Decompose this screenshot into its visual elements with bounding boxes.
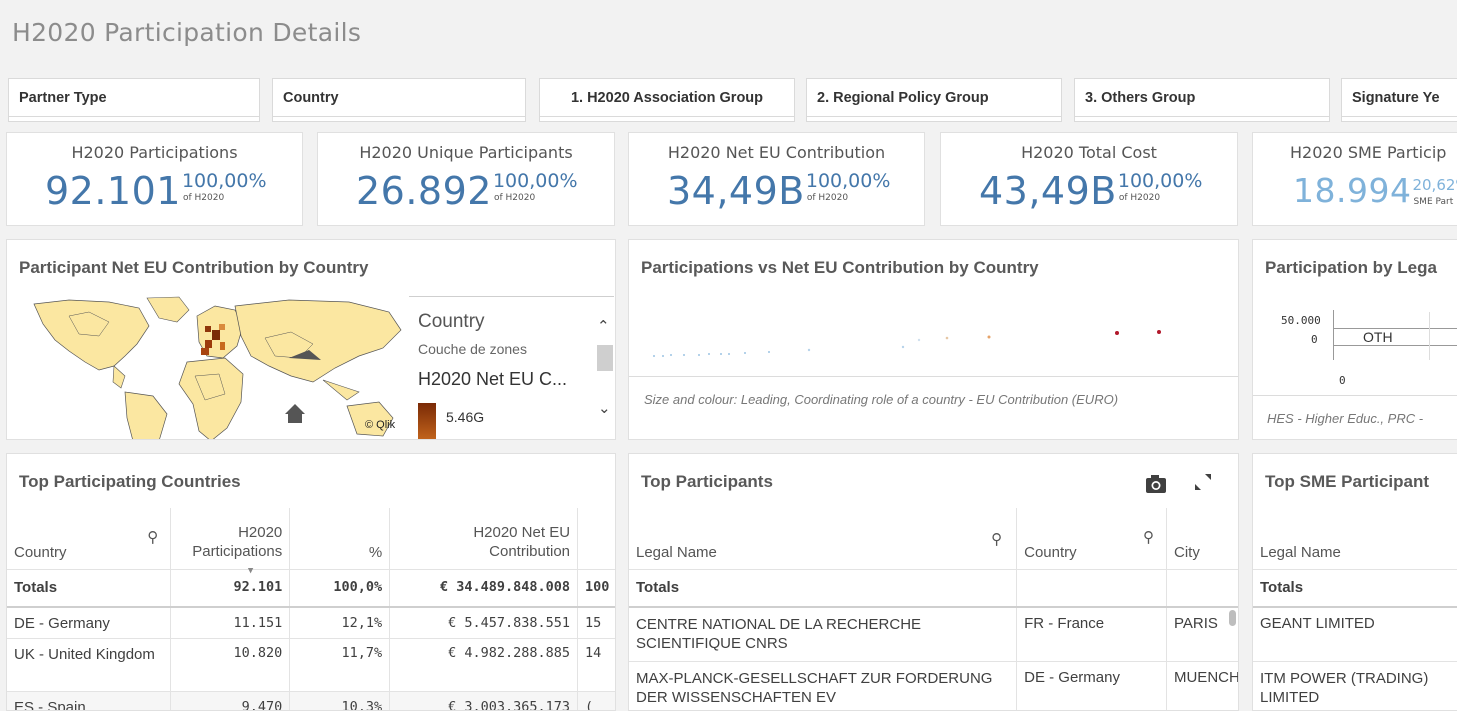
kpi-value: 92.101	[45, 169, 181, 213]
map-country-netherlands[interactable]	[219, 324, 225, 330]
kpi-net-eu-contribution[interactable]: H2020 Net EU Contribution 34,49B 100,00%…	[628, 132, 925, 226]
totals-row: Totals ▼ 92.101 100,0% € 34.489.848.008 1…	[7, 566, 615, 608]
legend-value: 5.46G	[446, 409, 485, 425]
scatter-note: Size and colour: Leading, Coordinating r…	[644, 392, 1119, 407]
kpi-percent: 20,62%	[1412, 176, 1457, 194]
participants-table[interactable]: Legal Name ⚲ Country ⚲ City Totals CENTRE …	[629, 508, 1238, 710]
legal-panel-title: Participation by Lega	[1265, 258, 1437, 277]
participants-table-title: Top Participants	[641, 472, 773, 491]
col-net-eu-contribution[interactable]: H2020 Net EU Contribution	[389, 508, 579, 570]
table-row[interactable]: UK - United Kingdom 10.820 11,7% € 4.982…	[7, 638, 615, 692]
kpi-title: H2020 Net EU Contribution	[667, 143, 886, 162]
kpi-subtitle: of H2020	[182, 193, 225, 203]
participants-table-panel[interactable]: Top Participants Legal Name ⚲ Country ⚲ Ci…	[628, 453, 1239, 711]
scatter-plot[interactable]	[629, 310, 1239, 370]
kpi-value: 26.892	[356, 169, 492, 213]
countries-table-panel[interactable]: Top Participating Countries Country ⚲ H20…	[6, 453, 616, 711]
x-axis-zero: 0	[1339, 374, 1346, 387]
category-label: OTH	[1363, 329, 1393, 345]
table-row[interactable]: DE - Germany 11.151 12,1% € 5.457.838.55…	[7, 607, 615, 639]
kpi-subtitle: of H2020	[806, 193, 849, 203]
world-map[interactable]: © Qlik	[29, 296, 409, 440]
kpi-title: H2020 SME Particip	[1290, 143, 1447, 162]
legal-note: HES - Higher Educ., PRC -	[1267, 411, 1424, 426]
map-credit: © Qlik	[365, 419, 396, 431]
col-legal-name[interactable]: Legal Name	[1253, 508, 1457, 570]
y-axis-top: 50.000	[1281, 314, 1321, 327]
filter-others-group[interactable]: 3. Others Group	[1074, 78, 1330, 122]
filter-regional-policy-group[interactable]: 2. Regional Policy Group	[806, 78, 1062, 122]
col-extra[interactable]	[577, 508, 615, 570]
kpi-subtitle: SME Part	[1413, 197, 1454, 207]
kpi-value: 43,49B	[979, 169, 1117, 213]
scatter-panel[interactable]: Participations vs Net EU Contribution by…	[628, 239, 1239, 440]
filter-country[interactable]: Country	[272, 78, 526, 122]
y-axis-zero: 0	[1311, 333, 1318, 346]
map-country-spain[interactable]	[201, 348, 209, 355]
sme-table-panel[interactable]: Top SME Participant Legal Name Totals GE…	[1252, 453, 1457, 711]
legend-layer: Couche de zones	[418, 341, 527, 357]
col-country[interactable]: Country ⚲	[1016, 508, 1167, 570]
col-country[interactable]: Country ⚲	[7, 508, 172, 570]
legal-panel[interactable]: Participation by Lega 50.000 0 0 OTH HES…	[1252, 239, 1457, 440]
kpi-percent: 100,00%	[805, 170, 891, 192]
scatter-panel-title: Participations vs Net EU Contribution by…	[641, 258, 1039, 277]
table-row[interactable]: GEANT LIMITED	[1253, 607, 1457, 662]
kpi-percent: 100,00%	[492, 170, 578, 192]
expand-icon[interactable]	[1193, 472, 1213, 492]
kpi-subtitle: of H2020	[1118, 193, 1161, 203]
sme-table-title: Top SME Participant	[1265, 472, 1430, 491]
scrollbar-thumb[interactable]	[597, 345, 613, 371]
map-country-france[interactable]	[205, 340, 212, 348]
kpi-title: H2020 Total Cost	[1021, 143, 1157, 162]
kpi-title: H2020 Participations	[71, 143, 238, 162]
kpi-value: 18.994	[1293, 171, 1412, 210]
table-row[interactable]: ITM POWER (TRADING) LIMITED	[1253, 661, 1457, 710]
col-participations[interactable]: H2020 Participations	[170, 508, 291, 570]
map-panel[interactable]: Participant Net EU Contribution by Count…	[6, 239, 616, 440]
col-legal-name[interactable]: Legal Name ⚲	[629, 508, 1018, 570]
kpi-title: H2020 Unique Participants	[359, 143, 573, 162]
table-scrollbar[interactable]	[1229, 610, 1236, 626]
col-city[interactable]: City	[1166, 508, 1238, 570]
col-percent[interactable]: %	[289, 508, 391, 570]
legend-scrollbar[interactable]: ⌃ ⌄	[595, 317, 615, 425]
countries-table-title: Top Participating Countries	[19, 472, 241, 491]
totals-row: Totals	[1253, 569, 1457, 608]
legend-measure: H2020 Net EU C...	[418, 369, 568, 389]
map-legend: Country Couche de zones H2020 Net EU C..…	[409, 296, 615, 439]
kpi-sme-participations[interactable]: H2020 SME Particip 18.994 20,62% SME Part	[1252, 132, 1457, 226]
chevron-down-icon[interactable]: ⌄	[598, 399, 611, 417]
kpi-value: 34,49B	[667, 169, 805, 213]
search-icon[interactable]: ⚲	[991, 530, 1002, 548]
kpi-total-cost[interactable]: H2020 Total Cost 43,49B 100,00% of H2020	[940, 132, 1238, 226]
kpi-participations[interactable]: H2020 Participations 92.101 100,00% of H2…	[6, 132, 303, 226]
camera-icon[interactable]	[1145, 474, 1167, 494]
countries-table[interactable]: Country ⚲ H2020 Participations % H2020 Ne…	[7, 508, 615, 710]
table-row[interactable]: ES - Spain 9.470 10,3% € 3.003.365.173 (	[7, 691, 615, 710]
kpi-percent: 100,00%	[181, 170, 267, 192]
legend-color-bar	[418, 403, 436, 439]
filter-partner-type[interactable]: Partner Type	[8, 78, 260, 122]
filter-association-group[interactable]: 1. H2020 Association Group	[539, 78, 795, 122]
page-title: H2020 Participation Details	[12, 18, 362, 47]
map-country-germany[interactable]	[212, 330, 220, 340]
search-icon[interactable]: ⚲	[147, 528, 158, 546]
kpi-unique-participants[interactable]: H2020 Unique Participants 26.892 100,00%…	[317, 132, 615, 226]
map-country-uk[interactable]	[205, 326, 211, 332]
kpi-subtitle: of H2020	[493, 193, 536, 203]
chevron-up-icon[interactable]: ⌃	[597, 317, 610, 335]
sort-desc-icon[interactable]: ▼	[248, 566, 253, 576]
search-icon[interactable]: ⚲	[1143, 528, 1154, 546]
totals-row: Totals	[629, 569, 1238, 608]
map-panel-title: Participant Net EU Contribution by Count…	[19, 258, 369, 277]
kpi-percent: 100,00%	[1117, 170, 1203, 192]
table-row[interactable]: MAX-PLANCK-GESELLSCHAFT ZUR FORDERUNG DE…	[629, 661, 1238, 710]
filter-signature-year[interactable]: Signature Ye	[1341, 78, 1457, 122]
table-row[interactable]: CENTRE NATIONAL DE LA RECHERCHE SCIENTIF…	[629, 607, 1238, 662]
legend-heading: Country	[418, 311, 485, 332]
map-country-italy[interactable]	[220, 342, 225, 350]
sme-table[interactable]: Legal Name Totals GEANT LIMITED ITM POWE…	[1253, 508, 1457, 710]
